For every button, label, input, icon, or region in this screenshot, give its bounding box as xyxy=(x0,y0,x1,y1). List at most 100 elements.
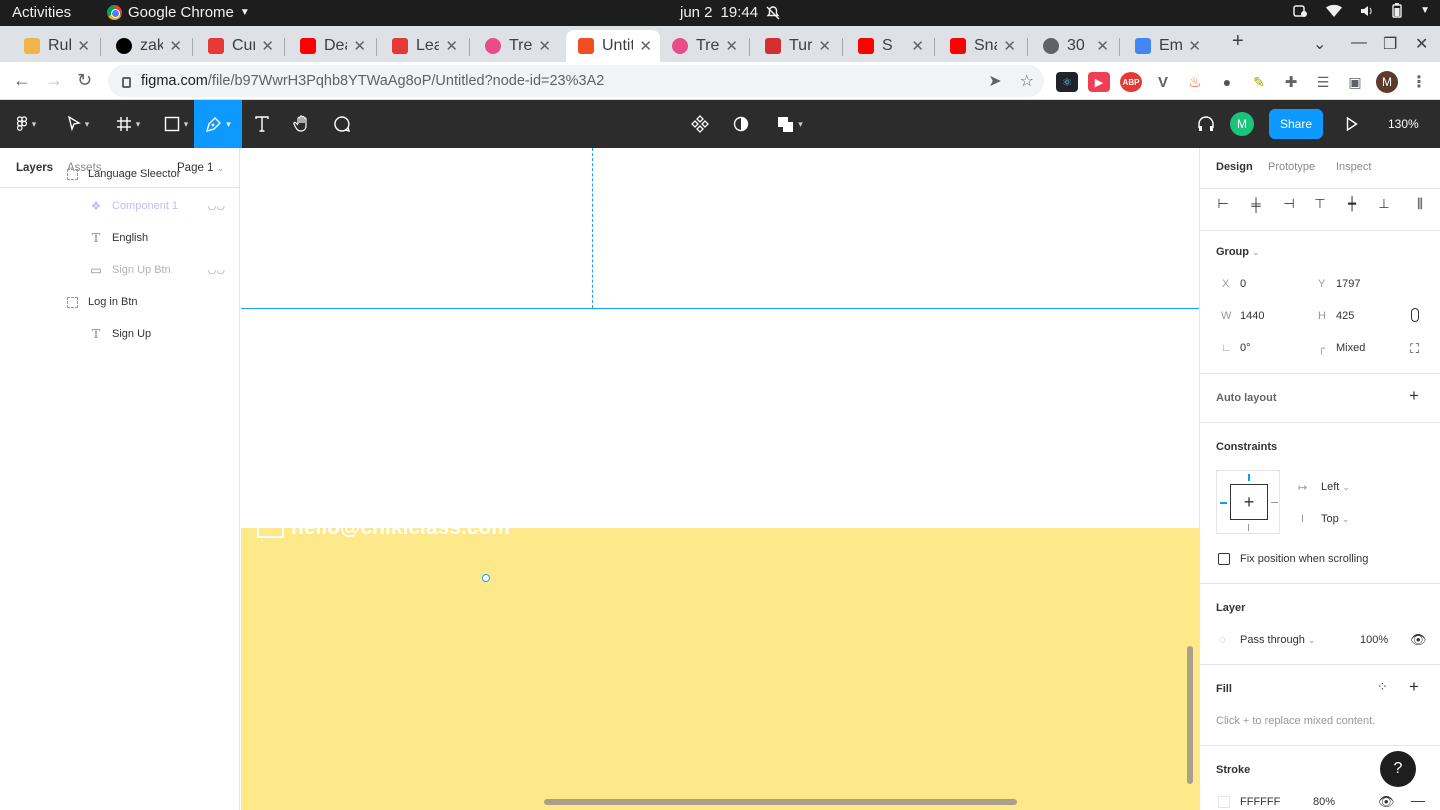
vue-devtools-icon[interactable]: V xyxy=(1152,72,1174,92)
tab-11[interactable]: 30 B ✕ xyxy=(1031,30,1117,62)
tab-10[interactable]: Snap ✕ xyxy=(938,30,1024,62)
close-tab-icon[interactable]: ✕ xyxy=(818,37,831,55)
horizontal-scrollbar[interactable] xyxy=(544,799,1017,805)
user-avatar[interactable]: M xyxy=(1230,112,1254,136)
main-menu-button[interactable]: ▾ xyxy=(6,100,46,148)
align-right-icon[interactable]: ⊣ xyxy=(1281,196,1297,212)
tab-0[interactable]: Rub ✕ xyxy=(12,30,98,62)
fill-styles-icon[interactable]: ⁘ xyxy=(1377,679,1388,695)
send-icon[interactable]: ➤ xyxy=(988,71,1001,91)
stroke-color-input[interactable]: FFFFFF xyxy=(1240,796,1280,808)
tab-3[interactable]: Dea ✕ xyxy=(288,30,374,62)
stroke-eye-icon[interactable]: 👁 xyxy=(1378,794,1395,810)
headphones-button[interactable] xyxy=(1193,100,1219,148)
align-vertical-center-icon[interactable]: ┿ xyxy=(1344,196,1360,212)
add-auto-layout-icon[interactable]: + xyxy=(1409,386,1419,406)
canvas[interactable]: hello@chikiclass.com xyxy=(241,148,1199,810)
zoom-dropdown[interactable]: 130% xyxy=(1388,117,1419,131)
align-bottom-icon[interactable]: ⊥ xyxy=(1376,196,1392,212)
y-input[interactable]: 1797 xyxy=(1336,278,1360,290)
star-icon[interactable]: ☆ xyxy=(1020,71,1034,91)
adblock-icon[interactable]: ABP xyxy=(1120,72,1142,92)
new-tab-button[interactable]: + xyxy=(1232,30,1244,53)
align-top-icon[interactable]: ⊤ xyxy=(1312,196,1328,212)
constraint-top-bar[interactable] xyxy=(1248,474,1250,481)
blend-mode-dropdown[interactable]: Pass through ⌄ xyxy=(1240,634,1315,646)
tab-5[interactable]: Tren ✕ xyxy=(473,30,559,62)
constraint-left-bar[interactable] xyxy=(1220,502,1227,504)
tab-9[interactable]: S ✕ xyxy=(846,30,932,62)
remove-stroke-icon[interactable]: — xyxy=(1411,792,1425,808)
activities-button[interactable]: Activities xyxy=(12,4,71,21)
comment-tool-button[interactable] xyxy=(330,100,354,148)
close-tab-icon[interactable]: ✕ xyxy=(445,37,458,55)
distribute-icon[interactable]: ⫼ xyxy=(1408,196,1432,212)
horizontal-constraint-dropdown[interactable]: Left ⌄ xyxy=(1321,481,1350,493)
close-tab-icon[interactable]: ✕ xyxy=(1096,37,1109,55)
eyedropper-icon[interactable]: ✎ xyxy=(1248,72,1270,92)
close-tab-icon[interactable]: ✕ xyxy=(639,37,652,55)
tab-inspect[interactable]: Inspect xyxy=(1336,161,1371,173)
constraint-bottom-bar[interactable] xyxy=(1248,524,1249,531)
close-tab-icon[interactable]: ✕ xyxy=(261,37,274,55)
tab-7[interactable]: Tren ✕ xyxy=(660,30,746,62)
forward-icon[interactable]: → xyxy=(45,70,63,91)
footer-section[interactable] xyxy=(241,528,1199,810)
tab-12[interactable]: Ema ✕ xyxy=(1123,30,1209,62)
shape-tool-button[interactable]: ▾ xyxy=(156,100,196,148)
vertical-scrollbar[interactable] xyxy=(1187,646,1193,784)
back-icon[interactable]: ← xyxy=(13,70,31,91)
reload-icon[interactable]: ↻ xyxy=(77,70,92,91)
fire-extension-icon[interactable]: ♨ xyxy=(1184,72,1206,92)
component-tool-button[interactable] xyxy=(688,100,712,148)
app-menu[interactable]: Google Chrome ▼ xyxy=(107,4,250,21)
pocket-icon[interactable]: ▶ xyxy=(1088,72,1110,92)
add-fill-icon[interactable]: + xyxy=(1409,677,1419,697)
constrain-proportions-icon[interactable] xyxy=(1411,308,1419,322)
hidden-eye-icon[interactable]: ◡◡ xyxy=(208,201,225,212)
email-text[interactable]: hello@chikiclass.com xyxy=(291,516,510,540)
stroke-opacity-input[interactable]: 80% xyxy=(1313,796,1335,808)
tab-2[interactable]: Curr ✕ xyxy=(196,30,282,62)
eye-icon[interactable]: 👁 xyxy=(1410,632,1427,648)
tab-6[interactable]: Untitled ✕ xyxy=(566,30,660,62)
w-input[interactable]: 1440 xyxy=(1240,310,1264,322)
hand-tool-button[interactable] xyxy=(290,100,314,148)
close-tab-icon[interactable]: ✕ xyxy=(1188,37,1201,55)
color-picker-icon[interactable]: ● xyxy=(1216,72,1238,92)
frame-tool-button[interactable]: ▾ xyxy=(108,100,148,148)
close-tab-icon[interactable]: ✕ xyxy=(538,37,551,55)
restore-button[interactable]: ❐ xyxy=(1383,34,1397,54)
tab-search-icon[interactable]: ⌄ xyxy=(1313,34,1326,54)
layer-row[interactable]: T English xyxy=(0,222,239,254)
help-button[interactable]: ? xyxy=(1380,751,1416,787)
tab-design[interactable]: Design xyxy=(1216,161,1253,173)
x-input[interactable]: 0 xyxy=(1240,278,1246,290)
corner-radius-input[interactable]: Mixed xyxy=(1336,342,1365,354)
hidden-eye-icon[interactable]: ◡◡ xyxy=(208,265,225,276)
pen-anchor-point[interactable] xyxy=(482,574,490,582)
side-panel-icon[interactable]: ▣ xyxy=(1344,72,1366,92)
chrome-menu-icon[interactable]: ⋮ xyxy=(1408,72,1430,92)
layer-row[interactable]: Language Sleector xyxy=(0,158,239,190)
text-tool-button[interactable] xyxy=(250,100,274,148)
layer-opacity-input[interactable]: 100% xyxy=(1360,634,1388,646)
media-queue-icon[interactable]: ☰ xyxy=(1312,72,1334,92)
close-window-button[interactable]: ✕ xyxy=(1415,34,1428,54)
align-left-icon[interactable]: ⊢ xyxy=(1215,196,1231,212)
stroke-swatch[interactable] xyxy=(1218,796,1230,808)
tab-8[interactable]: Turb ✕ xyxy=(753,30,839,62)
rotation-input[interactable]: 0° xyxy=(1240,342,1251,354)
minimize-button[interactable]: — xyxy=(1351,34,1367,52)
react-devtools-icon[interactable]: ⚛ xyxy=(1056,72,1078,92)
close-tab-icon[interactable]: ✕ xyxy=(1003,37,1016,55)
independent-corners-icon[interactable]: ⛶ xyxy=(1410,341,1419,357)
move-tool-button[interactable]: ▾ xyxy=(58,100,98,148)
mask-tool-button[interactable] xyxy=(729,100,753,148)
close-tab-icon[interactable]: ✕ xyxy=(725,37,738,55)
layer-row[interactable]: Log in Btn xyxy=(0,286,239,318)
layer-row[interactable]: T Sign Up xyxy=(0,318,239,350)
close-tab-icon[interactable]: ✕ xyxy=(77,37,90,55)
tab-4[interactable]: Lear ✕ xyxy=(380,30,466,62)
vertical-constraint-dropdown[interactable]: Top ⌄ xyxy=(1321,513,1349,525)
